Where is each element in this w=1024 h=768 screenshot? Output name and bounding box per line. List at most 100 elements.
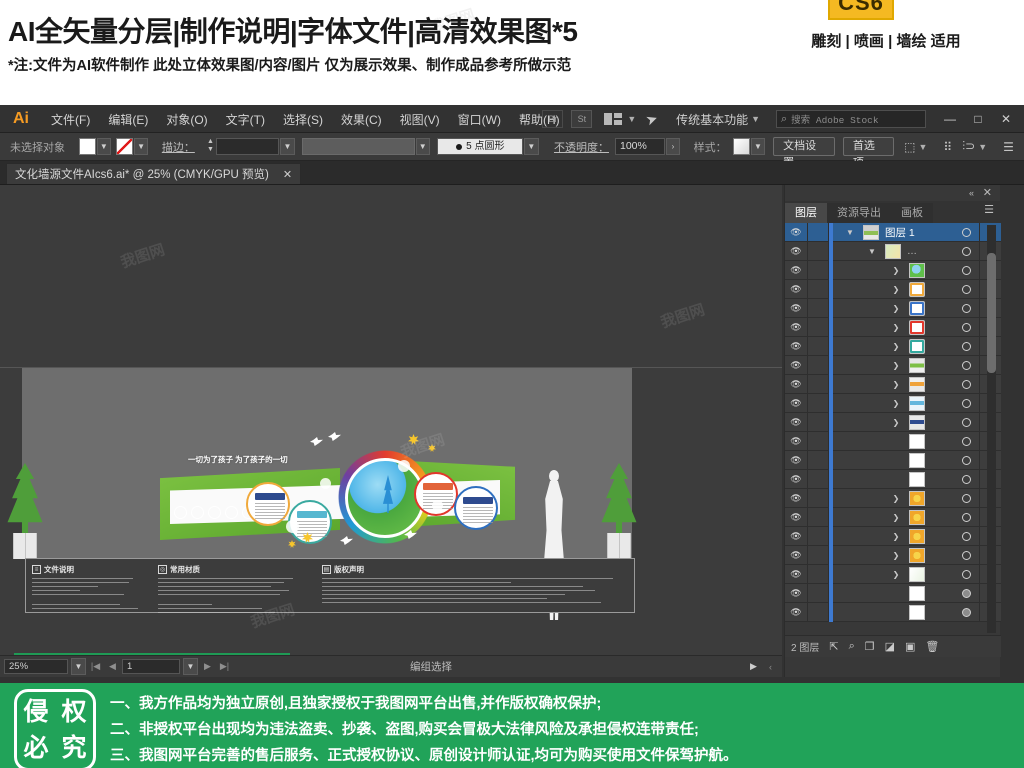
target-indicator-icon[interactable] [962,607,971,617]
last-artboard-button[interactable]: ▶| [217,661,232,672]
menu-effect[interactable]: 效果(C) [332,107,391,132]
menu-type[interactable]: 文字(T) [217,107,274,132]
lock-toggle-cell[interactable] [807,279,829,299]
layer-row[interactable]: 👁 [785,431,1001,451]
stroke-weight-field[interactable] [216,138,280,155]
target-indicator-icon[interactable] [962,417,971,427]
artboard-number-field[interactable]: 1 [122,659,180,674]
zoom-dropdown-icon[interactable]: ▼ [71,658,86,675]
chevron-right-icon[interactable]: ❯ [885,266,907,275]
target-indicator-icon[interactable] [962,360,971,370]
layer-row[interactable]: 👁 [785,469,1001,489]
transform-grid-icon[interactable]: ⠿ [943,140,952,154]
menu-object[interactable]: 对象(O) [157,107,216,132]
chevron-right-icon[interactable]: ❯ [885,285,907,294]
stock-button[interactable]: St [571,110,593,128]
panel-menu-icon[interactable]: ☰ [1003,140,1014,154]
target-indicator-icon[interactable] [962,474,971,484]
layer-row[interactable]: 👁 ❯ [785,526,1001,546]
target-indicator-icon[interactable] [962,588,971,598]
panel-options-menu-icon[interactable]: ☰ [984,205,994,216]
visibility-eye-icon[interactable]: 👁 [785,436,807,447]
target-indicator-icon[interactable] [962,436,971,446]
launch-cc-icon[interactable]: ➤ [644,109,661,129]
lock-toggle-cell[interactable] [807,336,829,356]
first-artboard-button[interactable]: |◀ [88,661,103,672]
target-indicator-icon[interactable] [962,246,971,256]
chevron-right-icon[interactable]: ❯ [885,380,907,389]
layer-row[interactable]: 👁 ❯ [785,260,1001,280]
chevron-down-icon[interactable]: ▼ [839,228,861,237]
next-artboard-button[interactable]: ▶ [200,661,215,672]
close-button[interactable]: ✕ [992,112,1020,126]
visibility-eye-icon[interactable]: 👁 [785,284,807,295]
prev-artboard-button[interactable]: ◀ [105,661,120,672]
visibility-eye-icon[interactable]: 👁 [785,246,807,257]
chevron-right-icon[interactable]: ❯ [885,513,907,522]
target-indicator-icon[interactable] [962,379,971,389]
stroke-weight-stepper[interactable]: ▲ ▼ [205,138,216,155]
zoom-level-field[interactable]: 25% [4,659,68,674]
maximize-button[interactable]: □ [964,112,992,126]
align-icon[interactable]: ⫶⊃ [962,139,975,154]
layer-row[interactable]: 👁 ❯ [785,355,1001,375]
chevron-down-icon[interactable]: ▼ [861,247,883,256]
stroke-dropdown-icon[interactable]: ▼ [133,138,149,155]
target-indicator-icon[interactable] [962,303,971,313]
layer-row[interactable]: 👁 [785,583,1001,603]
delete-icon[interactable]: 🗑 [925,640,939,653]
menu-view[interactable]: 视图(V) [391,107,449,132]
layer-row[interactable]: 👁 ❯ [785,507,1001,527]
lock-toggle-cell[interactable] [807,488,829,508]
workspace-chevron-down-icon[interactable]: ▼ [751,114,760,124]
close-icon[interactable]: ✕ [283,168,292,181]
new-layer-icon[interactable]: ▣ [905,640,915,653]
layer-row[interactable]: 👁 ❯ [785,393,1001,413]
layer-row[interactable]: 👁 ▼ 图层 1 [785,223,1001,242]
chevron-right-icon[interactable]: ❯ [885,551,907,560]
layer-row[interactable]: 👁 [785,450,1001,470]
visibility-eye-icon[interactable]: 👁 [785,322,807,333]
target-indicator-icon[interactable] [962,550,971,560]
menu-select[interactable]: 选择(S) [274,107,332,132]
layer-row-list[interactable]: 👁 ▼ 图层 1 👁 ▼… 👁 ❯ 👁 ❯ 👁 ❯ 👁 ❯ 👁 ❯ 👁 ❯ 👁 ❯ 👁 ❯ 👁 ❯ 👁 👁 👁 👁 ❯ 👁 ❯ 👁 ❯ 👁 ❯ 👁 ❯… [785,223,1001,635]
layers-scrollbar[interactable] [987,225,996,633]
stroke-profile-field[interactable] [302,138,415,155]
chevron-right-icon[interactable]: ❯ [885,570,907,579]
menu-edit[interactable]: 编辑(E) [99,107,157,132]
lock-toggle-cell[interactable] [807,583,829,603]
fill-dropdown-icon[interactable]: ▼ [96,138,112,155]
target-indicator-icon[interactable] [962,322,971,332]
release-icon[interactable]: ⇱ [829,640,838,653]
preferences-button[interactable]: 首选项 [842,137,895,169]
layer-row[interactable]: 👁 ❯ [785,279,1001,299]
layer-row[interactable]: 👁 ❯ [785,412,1001,432]
visibility-eye-icon[interactable]: 👁 [785,398,807,409]
lock-toggle-cell[interactable] [807,317,829,337]
stroke-profile-dropdown-icon[interactable]: ▼ [415,138,430,155]
lock-toggle-cell[interactable] [807,355,829,375]
layer-row[interactable]: 👁 ❯ [785,336,1001,356]
document-setup-button[interactable]: 文档设置 [773,137,835,169]
opacity-expand-icon[interactable]: › [665,138,681,155]
status-resize-handle[interactable]: ‹ [763,662,778,672]
stroke-weight-dropdown-icon[interactable]: ▼ [280,138,295,155]
bridge-button[interactable]: Br [542,110,564,128]
layer-row[interactable]: 👁 ❯ [785,545,1001,565]
layer-row[interactable]: 👁 ❯ [785,317,1001,337]
arrange-documents-icon[interactable] [604,112,624,126]
brush-dropdown-icon[interactable]: ▼ [524,138,539,155]
tab-artboards[interactable]: 画板 [891,203,933,223]
status-menu-button[interactable]: ▶ [746,661,761,672]
lock-toggle-cell[interactable] [807,298,829,318]
lock-toggle-cell[interactable] [807,602,829,622]
tab-asset-export[interactable]: 资源导出 [827,203,891,223]
menu-window[interactable]: 窗口(W) [449,107,510,132]
target-indicator-icon[interactable] [962,493,971,503]
visibility-eye-icon[interactable]: 👁 [785,455,807,466]
lock-toggle-cell[interactable] [807,507,829,527]
visibility-eye-icon[interactable]: 👁 [785,360,807,371]
visibility-eye-icon[interactable]: 👁 [785,569,807,580]
layer-name[interactable]: 图层 1 [885,225,915,240]
minimize-button[interactable]: — [936,112,964,126]
